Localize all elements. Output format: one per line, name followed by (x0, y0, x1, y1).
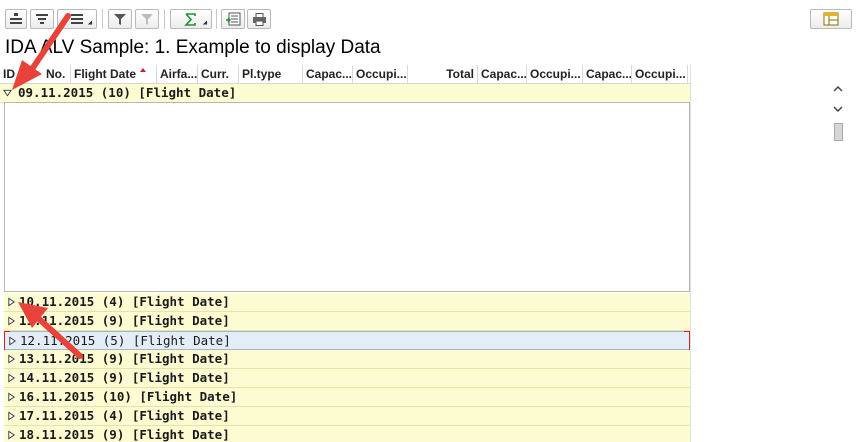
group-row[interactable]: 13.11.2015 (9) [Flight Date] (4, 350, 690, 369)
page-title: IDA ALV Sample: 1. Example to display Da… (5, 37, 381, 58)
alv-toolbar (0, 0, 866, 32)
details-button[interactable] (5, 9, 27, 29)
expand-triangle-right-icon[interactable] (7, 354, 16, 364)
sort-ascending-indicator-icon (140, 68, 146, 72)
export-spreadsheet-icon (225, 12, 240, 26)
group-row[interactable]: 10.11.2015 (4) [Flight Date] (4, 293, 690, 312)
expand-triangle-right-icon[interactable] (7, 411, 16, 421)
filter-button[interactable] (108, 9, 132, 29)
group-row-label: 11.11.2015 (9) [Flight Date] (19, 313, 230, 328)
expand-triangle-right-icon[interactable] (7, 392, 16, 402)
column-header-id[interactable]: ID (0, 65, 24, 84)
column-header-flight-date[interactable]: Flight Date (71, 65, 157, 84)
scroll-down-icon[interactable] (833, 104, 843, 114)
alv-grid: ID No. Flight Date Airfa... Curr. Pl.typ… (0, 65, 690, 442)
group-row-label: 14.11.2015 (9) [Flight Date] (19, 370, 230, 385)
group-row[interactable]: 18.11.2015 (9) [Flight Date] (4, 426, 690, 442)
column-header-capacity-first[interactable]: Capac... (583, 65, 632, 84)
sort-descending-button[interactable] (57, 9, 97, 29)
column-header-currency[interactable]: Curr. (198, 65, 239, 84)
sigma-icon (184, 12, 196, 26)
toolbar-separator (164, 9, 165, 29)
group-row-label: 18.11.2015 (9) [Flight Date] (19, 427, 230, 442)
group-row-label: 13.11.2015 (9) [Flight Date] (19, 351, 230, 366)
column-header-airfare[interactable]: Airfa... (157, 65, 198, 84)
layout-icon (823, 12, 839, 26)
column-header-occupied[interactable]: Occupi... (353, 65, 408, 84)
expand-triangle-right-icon[interactable] (8, 336, 17, 346)
filter-icon (114, 13, 126, 25)
expand-triangle-right-icon[interactable] (7, 430, 16, 440)
grid-header: ID No. Flight Date Airfa... Curr. Pl.typ… (0, 65, 690, 84)
column-header-capacity-business[interactable]: Capac... (478, 65, 527, 84)
total-button[interactable] (170, 9, 212, 29)
column-header-no[interactable]: No. (24, 65, 71, 84)
export-button[interactable] (221, 9, 245, 29)
expand-triangle-right-icon[interactable] (7, 316, 16, 326)
column-header-capacity[interactable]: Capac... (303, 65, 353, 84)
group-row-expanded[interactable]: 09.11.2015 (10) [Flight Date] (0, 84, 690, 103)
column-header-flight-date-label: Flight Date (74, 67, 136, 81)
toolbar-separator (216, 9, 217, 29)
print-button[interactable] (247, 9, 271, 29)
printer-icon (252, 12, 266, 26)
delete-filter-icon (141, 13, 153, 25)
column-header-occupied-first[interactable]: Occupi... (632, 65, 688, 84)
layout-button[interactable] (810, 9, 852, 29)
group-row-label: 16.11.2015 (10) [Flight Date] (19, 389, 238, 404)
sort-ascending-icon (36, 14, 48, 24)
group-row-label: 12.11.2015 (5) [Flight Date] (20, 333, 231, 348)
group-row-label: 17.11.2015 (4) [Flight Date] (19, 408, 230, 423)
expand-triangle-down-icon[interactable] (3, 88, 12, 98)
expand-triangle-right-icon[interactable] (7, 373, 16, 383)
column-header-total[interactable]: Total (408, 65, 478, 84)
group-row[interactable]: 14.11.2015 (9) [Flight Date] (4, 369, 690, 388)
expand-triangle-right-icon[interactable] (7, 297, 16, 307)
delete-filter-button[interactable] (135, 9, 159, 29)
group-row[interactable]: 11.11.2015 (9) [Flight Date] (4, 312, 690, 331)
vertical-scrollbar[interactable] (830, 80, 846, 442)
group-row-selected[interactable]: 12.11.2015 (5) [Flight Date] (4, 331, 690, 352)
details-icon (10, 13, 22, 24)
sort-ascending-button[interactable] (30, 9, 54, 29)
group-row[interactable]: 16.11.2015 (10) [Flight Date] (4, 388, 690, 407)
sort-descending-icon (71, 14, 83, 24)
group-row-label: 09.11.2015 (10) [Flight Date] (18, 85, 237, 100)
column-header-plane-type[interactable]: Pl.type (239, 65, 303, 84)
toolbar-separator (102, 9, 103, 29)
scrollbar-thumb[interactable] (834, 123, 843, 141)
scroll-up-icon[interactable] (833, 84, 843, 94)
expanded-group-content (4, 102, 690, 292)
group-row-label: 10.11.2015 (4) [Flight Date] (19, 294, 230, 309)
column-header-occupied-business[interactable]: Occupi... (527, 65, 583, 84)
group-row[interactable]: 17.11.2015 (4) [Flight Date] (4, 407, 690, 426)
